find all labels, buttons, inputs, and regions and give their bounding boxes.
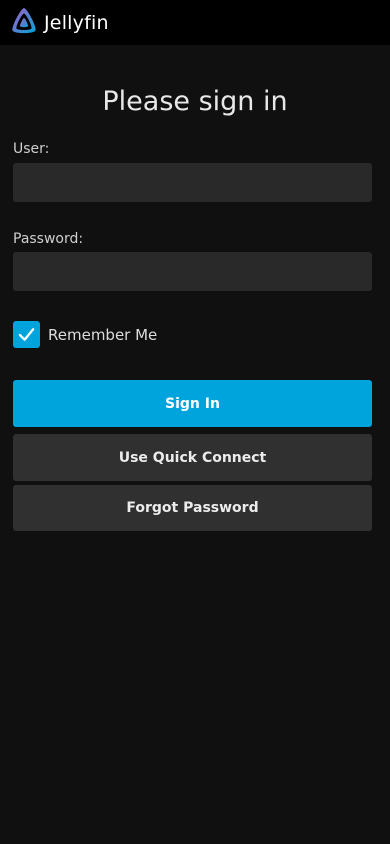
app-header: Jellyfin bbox=[0, 0, 390, 45]
forgot-password-button[interactable]: Forgot Password bbox=[13, 485, 372, 531]
quick-connect-button[interactable]: Use Quick Connect bbox=[13, 434, 372, 481]
page-title: Please sign in bbox=[102, 86, 288, 117]
user-label: User: bbox=[13, 141, 50, 157]
remember-me-row[interactable]: Remember Me bbox=[13, 321, 157, 348]
remember-me-label: Remember Me bbox=[48, 325, 158, 344]
remember-me-checkbox[interactable] bbox=[13, 321, 40, 348]
jellyfin-logo-icon bbox=[8, 5, 40, 41]
password-input[interactable] bbox=[13, 252, 372, 291]
app-name: Jellyfin bbox=[44, 11, 109, 34]
sign-in-button[interactable]: Sign In bbox=[13, 380, 372, 427]
app-logo[interactable]: Jellyfin bbox=[8, 5, 109, 41]
user-input[interactable] bbox=[13, 163, 372, 202]
password-label: Password: bbox=[13, 231, 84, 247]
checkmark-icon bbox=[18, 328, 35, 341]
